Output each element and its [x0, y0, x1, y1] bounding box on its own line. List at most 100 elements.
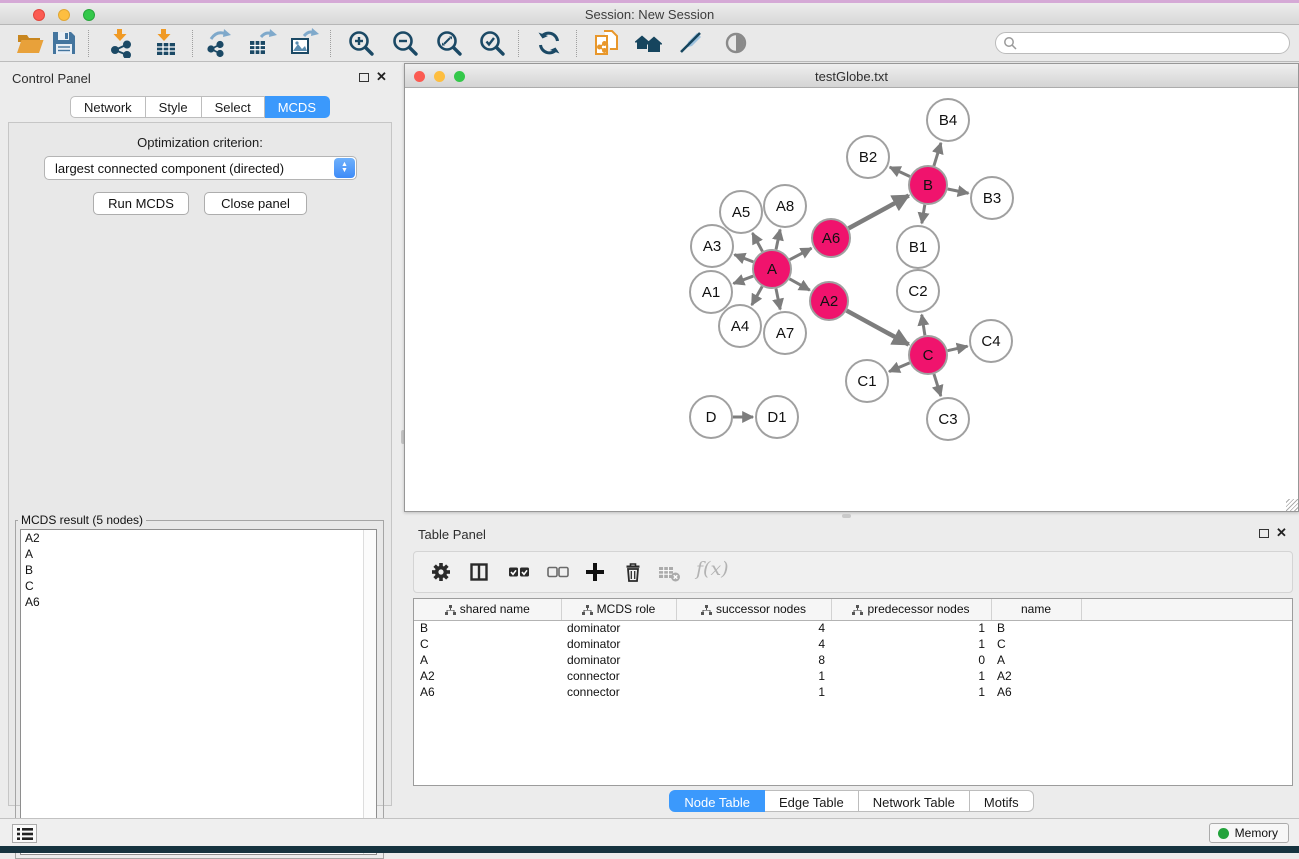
mcds-result-list[interactable]: A2ABCA6 [20, 529, 377, 855]
delete-table-icon[interactable] [656, 561, 682, 585]
graph-edge-A-A2[interactable] [789, 279, 809, 290]
mcds-result-item[interactable]: A6 [21, 594, 376, 610]
graph-edge-B-B2[interactable] [890, 167, 910, 176]
graph-node-A8[interactable]: A8 [764, 185, 806, 227]
graph-edge-C-C4[interactable] [948, 346, 968, 350]
cell-shared-name[interactable]: C [414, 636, 561, 652]
graph-node-C4[interactable]: C4 [970, 320, 1012, 362]
graph-node-A5[interactable]: A5 [720, 191, 762, 233]
tab-motifs[interactable]: Motifs [970, 790, 1034, 812]
graph-node-A1[interactable]: A1 [690, 271, 732, 313]
graph-edge-C-C1[interactable] [889, 363, 910, 372]
cell-name[interactable]: C [991, 636, 1081, 652]
cell-successor-nodes[interactable]: 1 [676, 684, 831, 700]
search-input[interactable] [1022, 36, 1289, 50]
graph-node-B1[interactable]: B1 [897, 226, 939, 268]
graph-edge-B-B1[interactable] [922, 205, 925, 224]
cell-MCDS-role[interactable]: dominator [561, 620, 676, 636]
graph-node-C2[interactable]: C2 [897, 270, 939, 312]
zoom-out-icon[interactable] [389, 28, 421, 59]
graph-edge-A-A8[interactable] [776, 230, 780, 250]
graph-node-A4[interactable]: A4 [719, 305, 761, 347]
column-header-predecessor-nodes[interactable]: predecessor nodes [831, 599, 991, 620]
column-header-shared-name[interactable]: shared name [414, 599, 561, 620]
cell-MCDS-role[interactable]: dominator [561, 636, 676, 652]
graph-node-B4[interactable]: B4 [927, 99, 969, 141]
cell-MCDS-role[interactable]: dominator [561, 652, 676, 668]
add-icon[interactable] [582, 561, 608, 585]
graph-edge-A6-B[interactable] [849, 196, 909, 229]
run-mcds-button[interactable]: Run MCDS [93, 192, 189, 215]
node-table-grid[interactable]: shared nameMCDS rolesuccessor nodesprede… [414, 599, 1293, 700]
import-network-icon[interactable] [106, 28, 138, 59]
graph-edge-A-A7[interactable] [776, 289, 780, 310]
mcds-result-item[interactable]: A [21, 546, 376, 562]
mcds-result-item[interactable]: C [21, 578, 376, 594]
column-header-name[interactable]: name [991, 599, 1081, 620]
export-image-icon[interactable] [288, 28, 320, 59]
graph-node-C1[interactable]: C1 [846, 360, 888, 402]
table-row[interactable]: A2connector11A2 [414, 668, 1293, 684]
cell-predecessor-nodes[interactable]: 1 [831, 620, 991, 636]
graph-node-D1[interactable]: D1 [756, 396, 798, 438]
table-row[interactable]: Cdominator41C [414, 636, 1293, 652]
horizontal-splitter[interactable] [404, 512, 1299, 520]
function-builder-icon[interactable]: f(x) [696, 558, 729, 580]
tab-network-table[interactable]: Network Table [859, 790, 970, 812]
cell-successor-nodes[interactable]: 4 [676, 636, 831, 652]
graph-edge-A-A6[interactable] [790, 248, 812, 259]
splitter-grip[interactable] [842, 514, 851, 518]
graph-node-B[interactable]: B [909, 166, 947, 204]
zoom-fit-icon[interactable] [433, 28, 465, 59]
float-panel-icon[interactable] [359, 73, 369, 82]
column-header-successor-nodes[interactable]: successor nodes [676, 599, 831, 620]
graph-node-C3[interactable]: C3 [927, 398, 969, 440]
home-icon[interactable] [632, 28, 664, 59]
cell-name[interactable]: B [991, 620, 1081, 636]
cell-predecessor-nodes[interactable]: 1 [831, 684, 991, 700]
graph-edge-A-A5[interactable] [752, 233, 762, 251]
select-all-icon[interactable] [506, 561, 532, 585]
mcds-result-item[interactable]: A2 [21, 530, 376, 546]
graph-edge-B-B4[interactable] [934, 143, 941, 166]
clone-network-icon[interactable] [591, 28, 623, 59]
graph-edge-C-C2[interactable] [922, 315, 925, 336]
zoom-in-icon[interactable] [345, 28, 377, 59]
cell-name[interactable]: A [991, 652, 1081, 668]
graph-edge-B-B3[interactable] [948, 189, 969, 193]
graph-node-C[interactable]: C [909, 336, 947, 374]
open-session-icon[interactable] [14, 28, 46, 59]
delete-icon[interactable] [620, 561, 646, 585]
network-window-titlebar[interactable]: testGlobe.txt [405, 64, 1298, 88]
graph-edge-A-A4[interactable] [752, 286, 762, 305]
graph-node-B2[interactable]: B2 [847, 136, 889, 178]
graph-edge-A2-C[interactable] [847, 311, 909, 345]
table-row[interactable]: Bdominator41B [414, 620, 1293, 636]
cell-name[interactable]: A6 [991, 684, 1081, 700]
cell-successor-nodes[interactable]: 1 [676, 668, 831, 684]
cell-shared-name[interactable]: B [414, 620, 561, 636]
cell-predecessor-nodes[interactable]: 1 [831, 636, 991, 652]
graph-node-B3[interactable]: B3 [971, 177, 1013, 219]
tab-select[interactable]: Select [202, 96, 265, 118]
tab-network[interactable]: Network [70, 96, 146, 118]
toggle-graphics-icon[interactable] [720, 28, 752, 59]
deselect-all-icon[interactable] [545, 561, 571, 585]
task-history-icon[interactable] [12, 824, 37, 843]
table-row[interactable]: Adominator80A [414, 652, 1293, 668]
graph-edge-A-A1[interactable] [733, 276, 753, 283]
cell-shared-name[interactable]: A2 [414, 668, 561, 684]
close-panel-button[interactable]: Close panel [204, 192, 307, 215]
column-header-MCDS-role[interactable]: MCDS role [561, 599, 676, 620]
tab-node-table[interactable]: Node Table [669, 790, 765, 812]
cell-MCDS-role[interactable]: connector [561, 668, 676, 684]
export-table-icon[interactable] [246, 28, 278, 59]
zoom-selected-icon[interactable] [476, 28, 508, 59]
cell-successor-nodes[interactable]: 4 [676, 620, 831, 636]
table-row[interactable]: A6connector11A6 [414, 684, 1293, 700]
gear-icon[interactable] [428, 561, 454, 585]
columns-icon[interactable] [466, 561, 492, 585]
cell-shared-name[interactable]: A6 [414, 684, 561, 700]
tab-edge-table[interactable]: Edge Table [765, 790, 859, 812]
optimization-criterion-select[interactable]: largest connected component (directed) ▲… [44, 156, 357, 180]
